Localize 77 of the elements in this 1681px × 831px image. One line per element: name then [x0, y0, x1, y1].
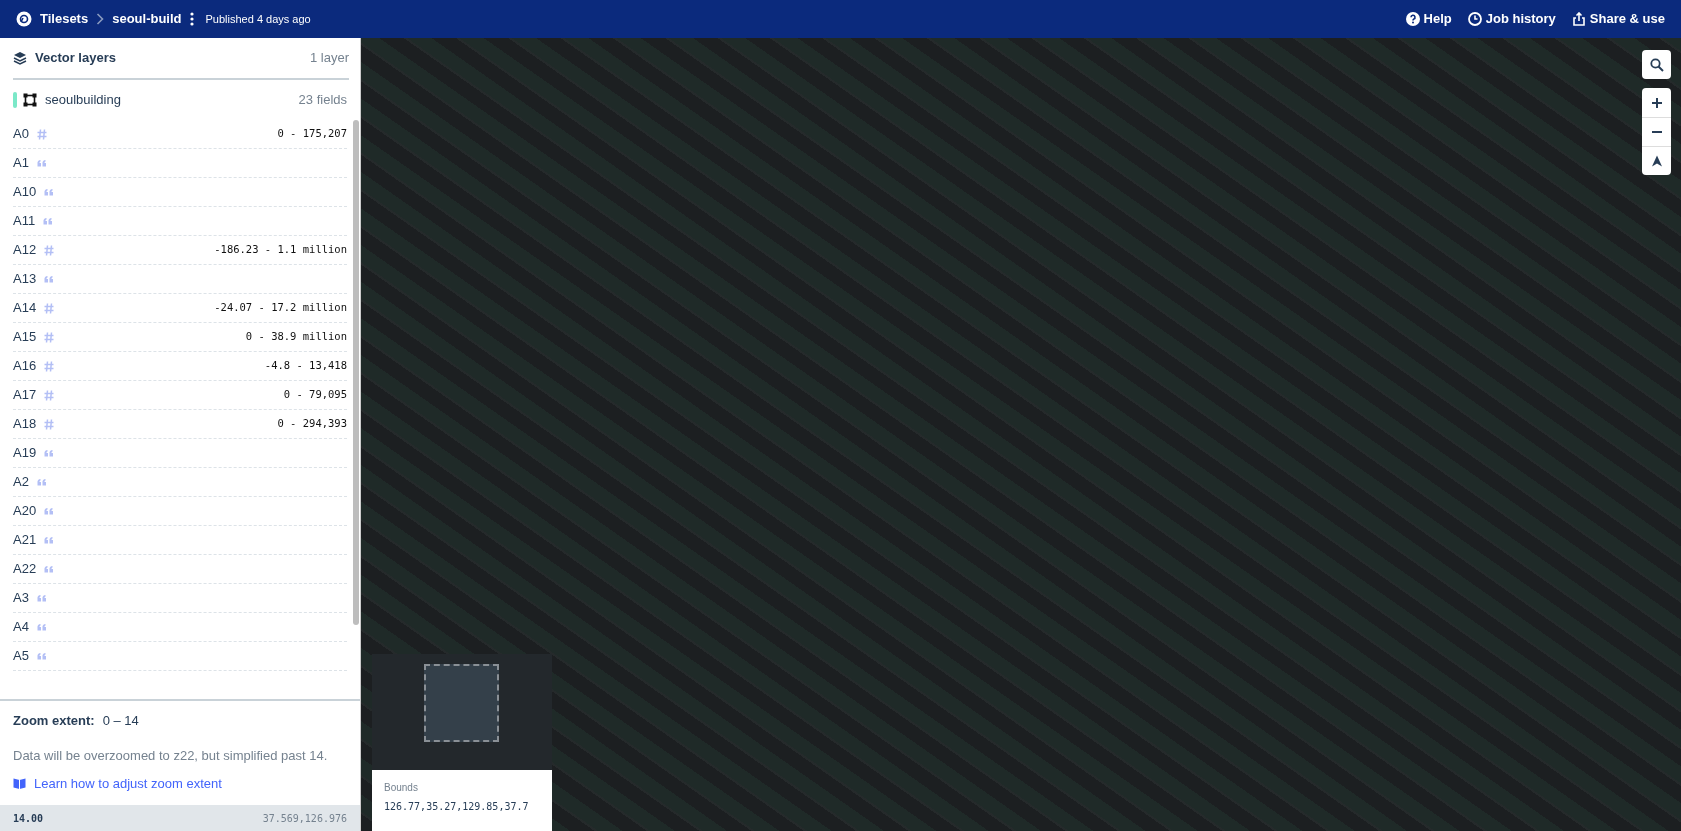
quote-icon [44, 275, 55, 283]
quote-icon [36, 478, 47, 486]
clock-icon [1467, 12, 1482, 26]
quote-icon [36, 594, 47, 602]
hash-icon [36, 128, 47, 140]
search-icon [1649, 57, 1664, 72]
hash-icon [44, 331, 55, 343]
north-arrow-icon [1650, 155, 1663, 167]
published-text: Published 4 days ago [205, 11, 311, 27]
header-action-button[interactable]: Share & use [1571, 9, 1665, 29]
hash-icon [44, 389, 55, 401]
field-name: A5 [13, 647, 29, 666]
field-name: A0 [13, 125, 29, 144]
layers-icon [13, 51, 27, 65]
zoom-level-readout: 14.00 [13, 812, 44, 826]
field-range: -24.07 - 17.2 million [214, 300, 347, 316]
chevron-icon [96, 13, 105, 25]
field-name: A15 [13, 328, 37, 347]
zoom-note: Data will be overzoomed to z22, but simplified past 14. [13, 747, 329, 765]
field-name: A12 [13, 241, 37, 260]
scrollbar[interactable] [353, 120, 359, 625]
field-name: A1 [13, 154, 29, 173]
field-range: -4.8 - 13,418 [264, 358, 347, 374]
field-name: A3 [13, 589, 29, 608]
field-name: A11 [13, 212, 36, 231]
book-icon [13, 777, 26, 790]
field-name: A19 [13, 444, 37, 463]
logo-icon[interactable] [16, 11, 32, 27]
zoom-extent-label: Zoom extent: [13, 711, 95, 730]
panel-title: Vector layers [35, 49, 116, 68]
header-action-button[interactable]: Job history [1467, 9, 1556, 29]
quote-icon [44, 565, 55, 573]
help-icon [1405, 12, 1420, 26]
quote-icon [43, 217, 54, 225]
layer-count: 1 layer [309, 49, 349, 68]
coordinates-readout: 37.569,126.976 [262, 812, 347, 826]
zoom-extent-value: 0 – 14 [102, 711, 139, 730]
quote-icon [36, 652, 47, 660]
field-name: A10 [13, 183, 37, 202]
plus-icon [1650, 96, 1663, 109]
field-range: 0 - 38.9 million [245, 329, 347, 345]
quote-icon [44, 449, 55, 457]
field-range: -186.23 - 1.1 million [214, 242, 347, 258]
hash-icon [44, 360, 55, 372]
field-name: A14 [13, 299, 37, 318]
field-name: A4 [13, 618, 29, 637]
breadcrumb-link[interactable]: seoul-build [112, 9, 182, 29]
hash-icon [44, 244, 55, 256]
field-name: A18 [13, 415, 37, 434]
field-count: 23 fields [298, 91, 347, 110]
polygon-icon [23, 93, 37, 107]
kebab-menu-icon[interactable] [189, 12, 194, 26]
field-range: 0 - 175,207 [277, 126, 347, 142]
hash-icon [44, 418, 55, 430]
field-name: A17 [13, 386, 37, 405]
quote-icon [36, 159, 47, 167]
field-range: 0 - 79,095 [283, 387, 347, 403]
field-range: 0 - 294,393 [277, 416, 347, 432]
layer-name: seoulbuilding [45, 91, 121, 110]
share-icon [1571, 12, 1586, 26]
quote-icon [44, 188, 55, 196]
bounds-label: Bounds [384, 781, 419, 795]
breadcrumb-link[interactable]: Tilesets [40, 9, 89, 29]
field-name: A13 [13, 270, 37, 289]
field-name: A2 [13, 473, 29, 492]
header-action-button[interactable]: Help [1405, 9, 1452, 29]
quote-icon [44, 536, 55, 544]
field-name: A22 [13, 560, 37, 579]
bounds-value: 126.77,35.27,129.85,37.7 [384, 800, 530, 814]
field-name: A20 [13, 502, 37, 521]
quote-icon [36, 623, 47, 631]
field-name: A21 [13, 531, 37, 550]
quote-icon [44, 507, 55, 515]
field-name: A16 [13, 357, 37, 376]
hash-icon [44, 302, 55, 314]
help-link[interactable]: Learn how to adjust zoom extent [34, 773, 222, 793]
layer-item[interactable]: seoulbuilding 23 fields [13, 80, 347, 120]
